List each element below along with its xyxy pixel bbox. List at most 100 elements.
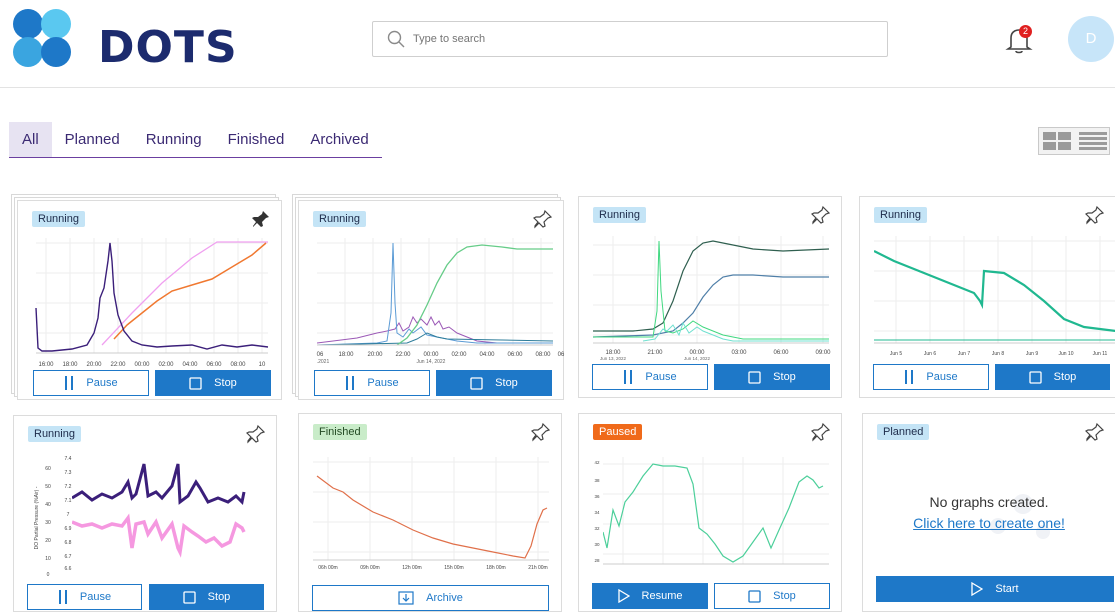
svg-text:Jun 13, 2022: Jun 13, 2022	[600, 356, 627, 361]
pause-button[interactable]: Pause	[873, 364, 989, 390]
stop-button[interactable]: Stop	[436, 370, 552, 396]
experiment-chart	[35, 238, 269, 354]
stop-button[interactable]: Stop	[995, 364, 1110, 390]
svg-text:Jun 10: Jun 10	[1058, 351, 1073, 357]
pin-outline-icon[interactable]	[811, 422, 831, 442]
x-axis-labels: Jun 5 Jun 6 Jun 7 Jun 8 Jun 9 Jun 10 Jun…	[890, 351, 1108, 357]
svg-text:36: 36	[594, 494, 600, 499]
experiment-card[interactable]: Paused 42 38 36 34 32 30 28 Resume Stop	[578, 413, 842, 612]
stop-button[interactable]: Stop	[714, 364, 830, 390]
dots-logo[interactable]: DOTS	[10, 8, 260, 73]
y-axis-ticks: 42 38 36 34 32 30 28	[594, 460, 600, 563]
tab-archived[interactable]: Archived	[297, 122, 381, 157]
svg-text:15h 00m: 15h 00m	[444, 565, 463, 571]
experiment-chart	[603, 457, 829, 565]
pause-button[interactable]: Pause	[592, 364, 708, 390]
x-axis-labels: 06h 00m 09h 00m 12h 00m 15h 00m 18h 00m …	[318, 565, 547, 571]
svg-text:04:00: 04:00	[479, 352, 495, 358]
notification-count-badge: 2	[1019, 25, 1032, 38]
svg-text:06: 06	[558, 352, 565, 358]
tab-running[interactable]: Running	[133, 122, 215, 157]
create-graph-link[interactable]: Click here to create one!	[863, 515, 1115, 531]
stop-icon	[183, 590, 196, 604]
svg-text:08:00: 08:00	[535, 352, 551, 358]
grid-view-icon[interactable]	[1039, 128, 1075, 154]
svg-text:30: 30	[45, 520, 51, 526]
experiment-card[interactable]: Running 06 18:00 20:00 22:00 00:00 02:00…	[298, 200, 565, 400]
svg-text:60: 60	[45, 466, 51, 472]
experiment-card[interactable]: Running DO Partial Pressure (%Air) - 60 …	[13, 415, 277, 612]
stop-button[interactable]: Stop	[155, 370, 271, 396]
start-button[interactable]: Start	[876, 576, 1114, 602]
pin-outline-icon[interactable]	[246, 424, 266, 444]
svg-text:38: 38	[594, 478, 600, 483]
pin-outline-icon[interactable]	[1085, 422, 1105, 442]
svg-text:34: 34	[594, 510, 600, 515]
status-badge: Running	[32, 211, 85, 227]
pause-button[interactable]: Pause	[33, 370, 149, 396]
y-axis-ticks-left: 60 50 40 30 20 10 0	[45, 466, 51, 578]
play-icon	[617, 589, 630, 603]
x-axis-labels: 06 18:00 20:00 22:00 00:00 02:00 04:00 0…	[317, 352, 565, 365]
pin-outline-icon[interactable]	[533, 209, 553, 229]
pause-icon	[65, 376, 74, 390]
svg-text:Jun 7: Jun 7	[958, 351, 970, 357]
svg-text:Jun 5: Jun 5	[890, 351, 902, 357]
svg-text:7.4: 7.4	[65, 456, 72, 462]
svg-text:18:00: 18:00	[338, 352, 354, 358]
archive-button[interactable]: Archive	[312, 585, 549, 611]
resume-button[interactable]: Resume	[592, 583, 708, 609]
svg-text:28: 28	[594, 558, 600, 563]
pin-outline-icon[interactable]	[1085, 205, 1105, 225]
experiment-card[interactable]: Running 16:00 18:00 20:00 22:00 00:00 02…	[17, 200, 282, 400]
status-badge: Running	[313, 211, 366, 227]
list-view-icon[interactable]	[1075, 128, 1111, 154]
experiment-card[interactable]: Finished 06h 00m 09h 00m 12h 00m 15h 00m…	[298, 413, 562, 612]
svg-text:32: 32	[594, 526, 600, 531]
pause-icon	[905, 370, 914, 384]
stop-button[interactable]: Stop	[149, 584, 264, 610]
svg-text:.2021: .2021	[317, 359, 330, 365]
pin-outline-icon[interactable]	[531, 422, 551, 442]
pause-icon	[58, 590, 67, 604]
svg-text:7: 7	[67, 512, 70, 518]
svg-text:03:00: 03:00	[731, 350, 747, 356]
search-box[interactable]	[372, 21, 888, 57]
experiment-chart	[317, 238, 554, 346]
user-avatar[interactable]: D	[1068, 16, 1114, 62]
experiment-card[interactable]: Running 18:00 21:00 00:00 03:00 06:00 09…	[578, 196, 842, 398]
pin-outline-icon[interactable]	[811, 205, 831, 225]
svg-text:7.1: 7.1	[65, 498, 72, 504]
tab-finished[interactable]: Finished	[215, 122, 298, 157]
x-tick: 06:00	[206, 362, 222, 368]
experiment-card[interactable]: Planned No graphs created. Click here to…	[862, 413, 1115, 612]
experiment-card[interactable]: Running Jun 5 Jun 6 Jun 7 Jun 8 Jun 9 Ju…	[859, 196, 1115, 398]
svg-text:12h 00m: 12h 00m	[402, 565, 421, 571]
brand-name: DOTS	[98, 22, 238, 73]
x-axis-labels: 18:00 21:00 00:00 03:00 06:00 09:00 Jun …	[600, 350, 831, 361]
status-badge: Running	[593, 207, 646, 223]
svg-text:6.9: 6.9	[65, 526, 72, 532]
x-tick: 02:00	[158, 362, 174, 368]
svg-text:Jun 8: Jun 8	[992, 351, 1004, 357]
svg-text:DO Partial Pressure (%Air) -: DO Partial Pressure (%Air) -	[34, 486, 40, 549]
pause-button[interactable]: Pause	[314, 370, 430, 396]
stop-button[interactable]: Stop	[714, 583, 830, 609]
svg-text:20: 20	[45, 538, 51, 544]
pause-button[interactable]: Pause	[27, 584, 142, 610]
search-icon	[387, 30, 405, 48]
experiment-chart	[72, 463, 246, 558]
svg-text:6.8: 6.8	[65, 540, 72, 546]
stop-icon	[470, 376, 483, 390]
x-tick: 10	[259, 362, 266, 368]
top-header: DOTS 2 D	[0, 0, 1115, 88]
empty-message: No graphs created.	[929, 494, 1049, 510]
svg-text:Jun 9: Jun 9	[1026, 351, 1038, 357]
svg-text:20:00: 20:00	[367, 352, 383, 358]
tab-planned[interactable]: Planned	[52, 122, 133, 157]
pin-icon[interactable]	[251, 209, 271, 229]
search-input[interactable]	[413, 33, 833, 45]
view-toggle	[1038, 127, 1110, 155]
status-badge: Planned	[877, 424, 930, 440]
tab-all[interactable]: All	[9, 122, 52, 157]
